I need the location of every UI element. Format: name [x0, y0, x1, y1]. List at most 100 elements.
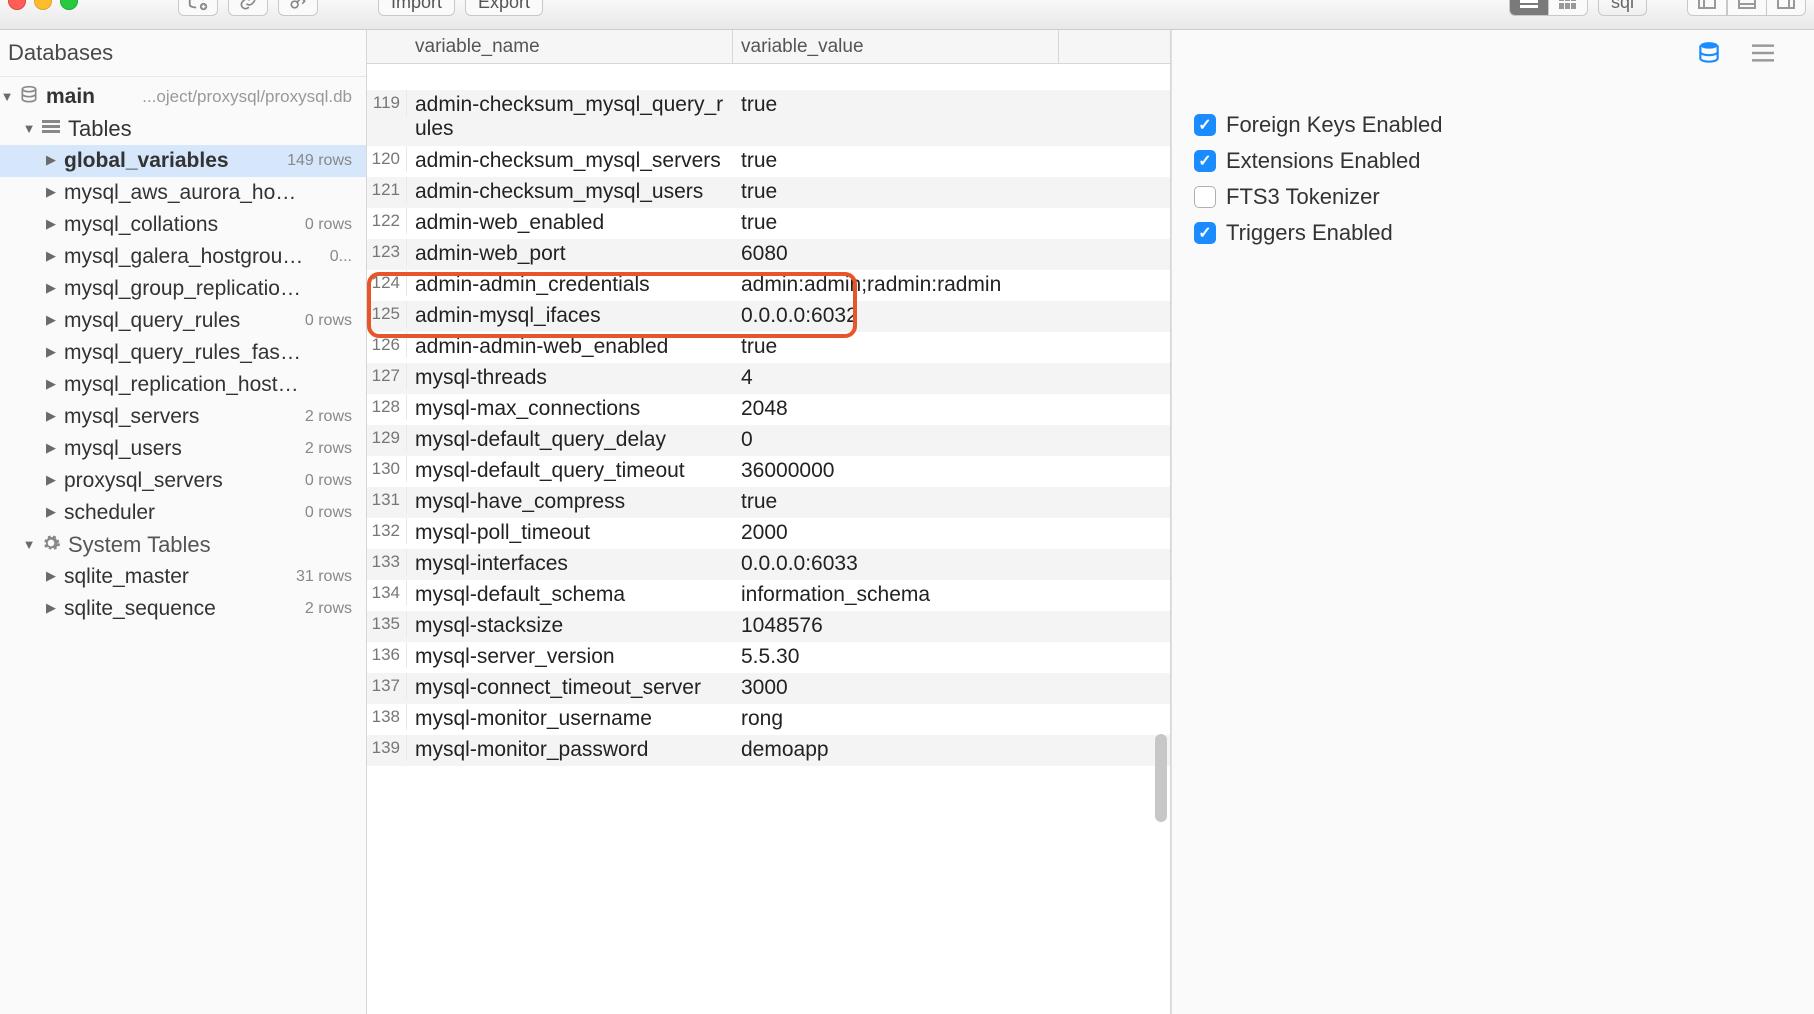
key-button[interactable]	[278, 0, 318, 16]
table-item[interactable]: mysql_users2 rows	[0, 433, 366, 465]
cell-variable-value[interactable]: true	[733, 208, 1059, 238]
link-button[interactable]	[228, 0, 268, 16]
import-button[interactable]: Import	[378, 0, 455, 16]
table-row[interactable]: 135mysql-stacksize1048576	[367, 611, 1170, 642]
cell-variable-name[interactable]: admin-checksum_mysql_users	[407, 177, 733, 207]
system-tables-group[interactable]: System Tables	[0, 529, 366, 561]
table-row[interactable]: 118admin-cluster_proxysql_servers_save_t…	[367, 64, 1170, 90]
disclosure-down-icon[interactable]	[22, 121, 36, 136]
cell-variable-value[interactable]: 0.0.0.0:6032	[733, 301, 1059, 331]
disclosure-right-icon[interactable]	[44, 152, 58, 168]
panel-bottom-toggle[interactable]	[1727, 0, 1767, 16]
panel-right-toggle[interactable]	[1767, 0, 1806, 16]
table-row[interactable]: 122admin-web_enabledtrue	[367, 208, 1170, 239]
view-mode-list[interactable]	[1509, 0, 1549, 16]
cell-variable-value[interactable]: 5.5.30	[733, 642, 1059, 672]
cell-variable-value[interactable]: true	[733, 332, 1059, 362]
option-check[interactable]: Foreign Keys Enabled	[1194, 112, 1814, 138]
tables-group[interactable]: Tables	[0, 113, 366, 145]
col-variable-value[interactable]: variable_value	[733, 30, 1059, 63]
table-row[interactable]: 120admin-checksum_mysql_serverstrue	[367, 146, 1170, 177]
disclosure-right-icon[interactable]	[44, 440, 58, 456]
cell-variable-value[interactable]: true	[733, 487, 1059, 517]
table-row[interactable]: 125admin-mysql_ifaces0.0.0.0:6032	[367, 301, 1170, 332]
checkbox[interactable]	[1194, 150, 1216, 172]
table-row[interactable]: 134mysql-default_schemainformation_schem…	[367, 580, 1170, 611]
cell-variable-name[interactable]: mysql-threads	[407, 363, 733, 393]
cell-variable-name[interactable]: admin-mysql_ifaces	[407, 301, 733, 331]
table-item[interactable]: mysql_galera_hostgroups0...	[0, 241, 366, 273]
cell-variable-name[interactable]: mysql-server_version	[407, 642, 733, 672]
cell-variable-name[interactable]: admin-web_port	[407, 239, 733, 269]
close-window-icon[interactable]	[8, 0, 26, 10]
disclosure-right-icon[interactable]	[44, 472, 58, 488]
lines-tab-icon[interactable]	[1752, 42, 1774, 71]
table-row[interactable]: 132mysql-poll_timeout2000	[367, 518, 1170, 549]
add-db-button[interactable]	[178, 0, 218, 16]
disclosure-right-icon[interactable]	[44, 376, 58, 392]
cell-variable-value[interactable]: 3000	[733, 673, 1059, 703]
option-check[interactable]: FTS3 Tokenizer	[1194, 184, 1814, 210]
right-panel-tabs[interactable]	[1172, 30, 1814, 82]
cell-variable-value[interactable]: true	[733, 146, 1059, 176]
table-row[interactable]: 137mysql-connect_timeout_server3000	[367, 673, 1170, 704]
table-row[interactable]: 123admin-web_port6080	[367, 239, 1170, 270]
table-row[interactable]: 131mysql-have_compresstrue	[367, 487, 1170, 518]
cell-variable-name[interactable]: admin-admin-web_enabled	[407, 332, 733, 362]
cell-variable-name[interactable]: mysql-monitor_password	[407, 735, 733, 765]
table-row[interactable]: 126admin-admin-web_enabledtrue	[367, 332, 1170, 363]
db-node[interactable]: main ...oject/proxysql/proxysql.db	[0, 81, 366, 113]
table-body[interactable]: 118admin-cluster_proxysql_servers_save_t…	[367, 64, 1170, 1014]
disclosure-down-icon[interactable]	[0, 89, 14, 104]
cell-variable-value[interactable]: 0	[733, 425, 1059, 455]
option-check[interactable]: Triggers Enabled	[1194, 220, 1814, 246]
cell-variable-value[interactable]: demoapp	[733, 735, 1059, 765]
view-mode-grid[interactable]	[1549, 0, 1588, 16]
disclosure-right-icon[interactable]	[44, 216, 58, 232]
cell-variable-value[interactable]: 2000	[733, 518, 1059, 548]
cell-variable-name[interactable]: mysql-stacksize	[407, 611, 733, 641]
cell-variable-name[interactable]: mysql-max_connections	[407, 394, 733, 424]
cell-variable-value[interactable]: true	[733, 177, 1059, 207]
sql-label[interactable]: sql	[1598, 0, 1647, 16]
disclosure-down-icon[interactable]	[22, 537, 36, 552]
table-item[interactable]: mysql_collations0 rows	[0, 209, 366, 241]
view-mode-seg[interactable]	[1509, 0, 1588, 16]
table-item[interactable]: mysql_query_rules0 rows	[0, 305, 366, 337]
cell-variable-value[interactable]: 0.0.0.0:6033	[733, 549, 1059, 579]
system-table-item[interactable]: sqlite_sequence2 rows	[0, 593, 366, 625]
db-tab-icon[interactable]	[1696, 40, 1722, 73]
table-row[interactable]: 136mysql-server_version5.5.30	[367, 642, 1170, 673]
cell-variable-value[interactable]: 4	[733, 363, 1059, 393]
disclosure-right-icon[interactable]	[44, 568, 58, 584]
disclosure-right-icon[interactable]	[44, 504, 58, 520]
cell-variable-value[interactable]: true	[733, 90, 1059, 120]
cell-variable-name[interactable]: admin-checksum_mysql_query_rules	[407, 90, 733, 144]
disclosure-right-icon[interactable]	[44, 600, 58, 616]
table-row[interactable]: 129mysql-default_query_delay0	[367, 425, 1170, 456]
cell-variable-name[interactable]: mysql-monitor_username	[407, 704, 733, 734]
cell-variable-name[interactable]: mysql-poll_timeout	[407, 518, 733, 548]
disclosure-right-icon[interactable]	[44, 312, 58, 328]
checkbox[interactable]	[1194, 186, 1216, 208]
checkbox[interactable]	[1194, 222, 1216, 244]
table-item[interactable]: mysql_replication_hostgr...	[0, 369, 366, 401]
cell-variable-name[interactable]: mysql-default_schema	[407, 580, 733, 610]
disclosure-right-icon[interactable]	[44, 344, 58, 360]
table-item[interactable]: proxysql_servers0 rows	[0, 465, 366, 497]
cell-variable-name[interactable]: mysql-default_query_timeout	[407, 456, 733, 486]
table-row[interactable]: 133mysql-interfaces0.0.0.0:6033	[367, 549, 1170, 580]
disclosure-right-icon[interactable]	[44, 184, 58, 200]
cell-variable-value[interactable]: 1048576	[733, 611, 1059, 641]
panel-toggle-seg[interactable]	[1687, 0, 1806, 16]
cell-variable-name[interactable]: mysql-connect_timeout_server	[407, 673, 733, 703]
cell-variable-value[interactable]: 6080	[733, 239, 1059, 269]
cell-variable-value[interactable]: information_schema	[733, 580, 1059, 610]
cell-variable-value[interactable]: admin:admin;radmin:radmin	[733, 270, 1059, 300]
table-row[interactable]: 119admin-checksum_mysql_query_rulestrue	[367, 90, 1170, 146]
table-row[interactable]: 138mysql-monitor_usernamerong	[367, 704, 1170, 735]
panel-left-toggle[interactable]	[1687, 0, 1727, 16]
table-row[interactable]: 127mysql-threads4	[367, 363, 1170, 394]
export-button[interactable]: Export	[465, 0, 543, 16]
table-row[interactable]: 121admin-checksum_mysql_userstrue	[367, 177, 1170, 208]
